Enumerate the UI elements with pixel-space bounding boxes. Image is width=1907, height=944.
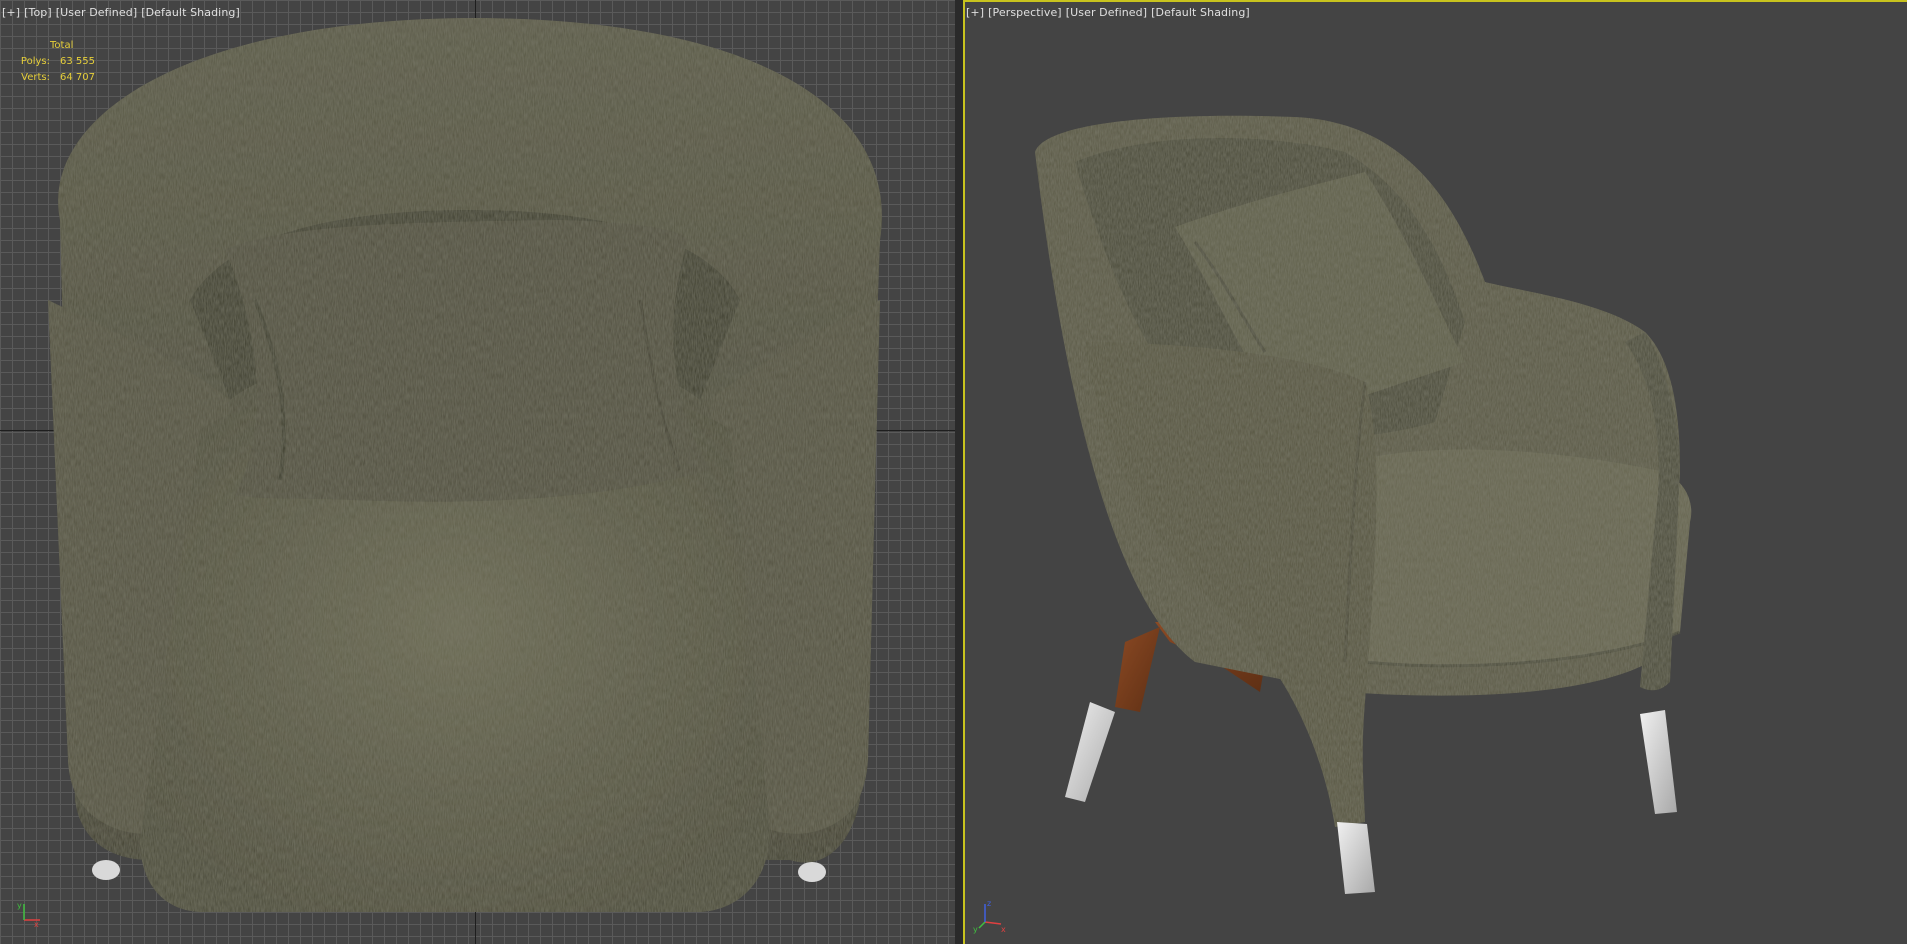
svg-text:z: z [987,899,991,908]
viewport-divider[interactable] [955,0,963,944]
stats-total-label: Total [50,40,74,51]
svg-text:y: y [17,901,22,910]
stats-polys-label: Polys: [20,56,50,67]
viewport-view-label[interactable]: [Perspective] [988,6,1062,19]
stats-verts-value: 64 707 [60,72,95,83]
top-viewport[interactable]: [+] [Top] [User Defined] [Default Shading] … [0,0,955,944]
axis-gizmo-icon: y x [17,901,40,928]
svg-text:x: x [34,920,39,928]
viewport-menu-plus[interactable]: [+] [2,6,20,19]
viewport-camera-label[interactable]: [User Defined] [56,6,137,19]
viewport-shading-label[interactable]: [Default Shading] [1151,6,1250,19]
leg-front-right [798,862,826,882]
viewport-camera-label[interactable]: [User Defined] [1066,6,1147,19]
armchair-top-render [48,18,882,912]
leg-front-left [92,860,120,880]
svg-text:y: y [973,925,978,934]
stats-verts-label: Verts: [21,72,50,83]
viewport-shading-label[interactable]: [Default Shading] [141,6,240,19]
top-viewport-label[interactable]: [+] [Top] [User Defined] [Default Shading] [2,6,244,19]
stats-polys-value: 63 555 [60,56,95,67]
leg-front-right [1337,822,1375,894]
viewport-view-label[interactable]: [Top] [24,6,52,19]
armchair-perspective-render [1035,115,1692,894]
viewport-area[interactable]: [+] [Top] [User Defined] [Default Shading] … [0,0,1907,944]
leg-back-right [1640,710,1677,814]
perspective-viewport[interactable]: [+] [Perspective] [User Defined] [Default S… [963,0,1907,944]
svg-text:x: x [1001,925,1006,934]
leg-front-left [1065,702,1115,802]
viewport-menu-plus[interactable]: [+] [966,6,984,19]
perspective-viewport-label[interactable]: [+] [Perspective] [User Defined] [Default S… [966,6,1254,19]
scene-statistics: Total Polys: 63 555 Verts: 64 707 [10,38,120,86]
axis-gizmo-icon: z x y [973,899,1006,934]
